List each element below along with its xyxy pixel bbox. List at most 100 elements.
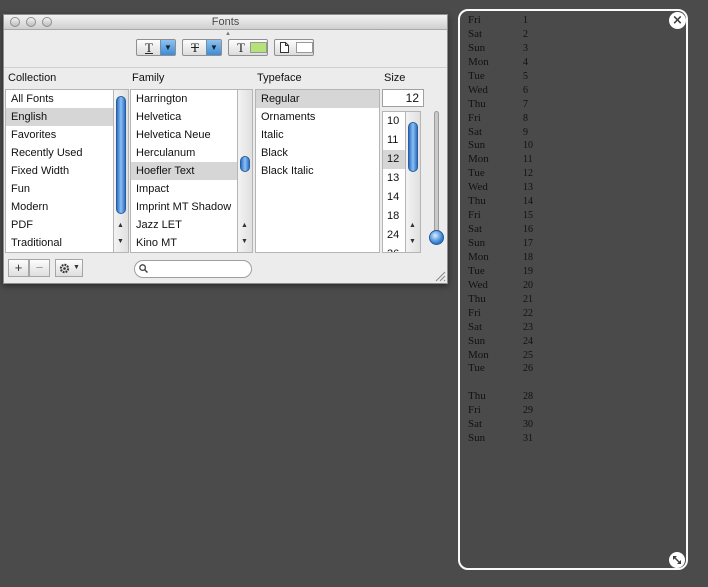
weekday-label: Sun — [468, 41, 486, 54]
day-number: 14 — [523, 196, 533, 208]
add-collection-button[interactable]: + — [8, 259, 29, 277]
resize-icon[interactable] — [669, 552, 685, 568]
calendar-row: Sun 10 — [468, 139, 553, 153]
day-number: 19 — [523, 265, 533, 277]
day-number: 10 — [523, 140, 533, 152]
typeface-item[interactable]: Italic — [256, 126, 379, 144]
document-icon — [280, 42, 289, 53]
size-item[interactable]: 36 — [383, 245, 405, 252]
size-item[interactable]: 18 — [383, 207, 405, 226]
size-item[interactable]: 24 — [383, 226, 405, 245]
size-item[interactable]: 11 — [383, 131, 405, 150]
size-scrollbar[interactable]: ▲ ▼ — [406, 111, 421, 253]
weekday-label: Sat — [468, 27, 483, 40]
family-item[interactable]: Helvetica Neue — [131, 126, 237, 144]
family-item[interactable]: Harrington — [131, 90, 237, 108]
family-scroll-thumb[interactable] — [240, 156, 250, 172]
collection-item[interactable]: Fun — [6, 180, 113, 198]
scroll-up-icon[interactable]: ▲ — [406, 222, 419, 229]
scroll-down-icon[interactable]: ▼ — [114, 238, 127, 245]
weekday-label: Mon — [468, 55, 489, 68]
weekday-label: Sat — [468, 223, 483, 236]
day-number: 7 — [523, 98, 528, 110]
size-slider-knob[interactable] — [429, 230, 444, 245]
typeface-item[interactable]: Black Italic — [256, 162, 379, 180]
size-slider-track[interactable] — [434, 111, 439, 237]
toolbar-grip-icon[interactable]: ▲ — [225, 31, 231, 37]
calendar-row: Mon 4 — [468, 56, 553, 70]
scroll-up-icon[interactable]: ▲ — [114, 222, 127, 229]
action-menu-button[interactable]: ▼ — [55, 259, 83, 277]
typeface-item[interactable]: Regular — [256, 90, 379, 108]
document-color-button[interactable] — [274, 39, 314, 56]
text-color-button[interactable]: T — [228, 39, 268, 56]
family-item[interactable]: Kino MT — [131, 234, 237, 252]
resize-grip-icon[interactable] — [435, 271, 446, 282]
weekday-label: Tue — [468, 264, 485, 277]
family-item[interactable]: Herculanum — [131, 144, 237, 162]
chevron-down-icon: ▼ — [206, 40, 221, 55]
size-input[interactable]: 12 — [382, 89, 424, 107]
day-number: 1 — [523, 15, 528, 26]
search-input[interactable] — [153, 262, 245, 276]
collection-item[interactable]: Favorites — [6, 126, 113, 144]
scroll-down-icon[interactable]: ▼ — [406, 238, 419, 245]
window-title: Fonts — [211, 16, 240, 28]
collection-item[interactable]: Modern — [6, 198, 113, 216]
collection-scroll-thumb[interactable] — [116, 96, 126, 214]
collection-item[interactable]: Recently Used — [6, 144, 113, 162]
scroll-down-icon[interactable]: ▼ — [238, 238, 251, 245]
close-icon[interactable]: × — [669, 12, 686, 29]
size-scroll-thumb[interactable] — [408, 122, 418, 172]
strikethrough-popup-button[interactable]: T ▼ — [182, 39, 222, 56]
weekday-label: Fri — [468, 14, 481, 26]
family-scrollbar[interactable]: ▲ ▼ — [238, 89, 253, 253]
weekday-label: Wed — [468, 83, 488, 96]
day-number: 2 — [523, 28, 528, 40]
scroll-up-icon[interactable]: ▲ — [238, 222, 251, 229]
collection-item[interactable]: Fixed Width — [6, 162, 113, 180]
family-header: Family — [132, 72, 165, 84]
collection-list[interactable]: All Fonts English Favorites Recently Used Fi… — [5, 89, 114, 253]
collection-item[interactable]: All Fonts — [6, 90, 113, 108]
typeface-item[interactable]: Black — [256, 144, 379, 162]
weekday-label: Fri — [468, 209, 481, 222]
collection-item[interactable]: Traditional — [6, 234, 113, 252]
calendar-row: Wed 13 — [468, 181, 553, 195]
collection-item[interactable]: PDF — [6, 216, 113, 234]
family-item[interactable]: Hoefler Text — [131, 162, 237, 180]
family-item[interactable]: Helvetica — [131, 108, 237, 126]
calendar-row: Tue 12 — [468, 167, 553, 181]
day-number: 22 — [523, 307, 533, 319]
day-number: 18 — [523, 251, 533, 263]
family-item[interactable]: Imprint MT Shadow — [131, 198, 237, 216]
family-item[interactable]: Jazz LET — [131, 216, 237, 234]
calendar-row: Tue 19 — [468, 265, 553, 279]
calendar-row: Sat 2 — [468, 28, 553, 42]
calendar-row: Mon 11 — [468, 153, 553, 167]
size-item[interactable]: 13 — [383, 169, 405, 188]
typeface-item[interactable]: Ornaments — [256, 108, 379, 126]
search-field[interactable] — [134, 260, 252, 278]
size-item[interactable]: 10 — [383, 112, 405, 131]
collection-item[interactable]: English — [6, 108, 113, 126]
resize-arrows-icon — [673, 556, 681, 564]
typeface-list[interactable]: Regular Ornaments Italic Black Black Italic — [255, 89, 380, 253]
family-list[interactable]: Harrington Helvetica Helvetica Neue Hercula… — [130, 89, 238, 253]
calendar-row: Thu 7 — [468, 98, 553, 112]
remove-collection-button[interactable]: − — [29, 259, 50, 277]
day-number: 24 — [523, 335, 533, 347]
family-item[interactable]: Impact — [131, 180, 237, 198]
day-number: 5 — [523, 70, 528, 82]
day-number: 8 — [523, 112, 528, 124]
size-item[interactable]: 14 — [383, 188, 405, 207]
size-list[interactable]: 1011121314182436 — [382, 111, 406, 253]
calendar-row: Sat 23 — [468, 321, 553, 335]
typeface-header: Typeface — [257, 72, 302, 84]
day-number: 12 — [523, 168, 533, 180]
size-item[interactable]: 12 — [383, 150, 405, 169]
collection-scrollbar[interactable]: ▲ ▼ — [114, 89, 129, 253]
day-number: 13 — [523, 182, 533, 194]
title-bar[interactable]: Fonts — [4, 15, 447, 30]
underline-popup-button[interactable]: T ▼ — [136, 39, 176, 56]
